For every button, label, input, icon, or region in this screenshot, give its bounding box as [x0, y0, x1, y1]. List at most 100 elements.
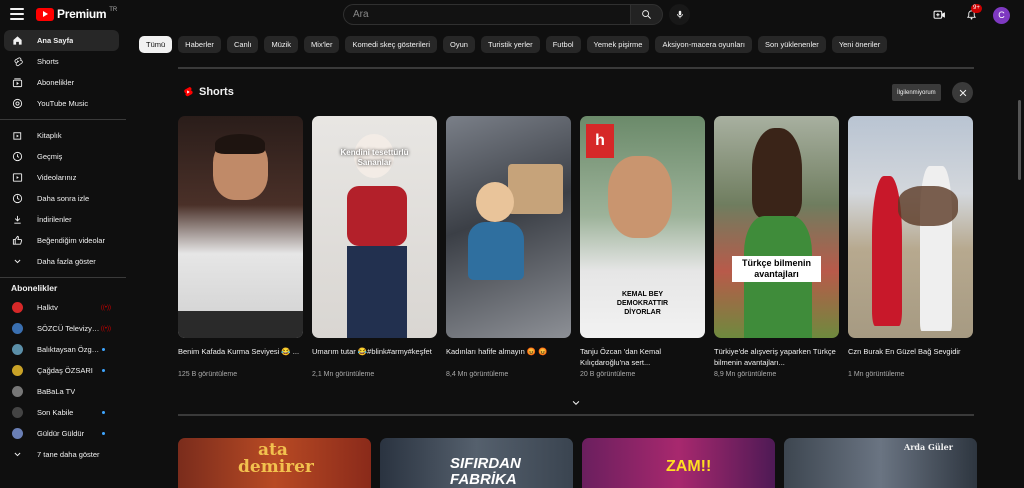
subscription-item[interactable]: Son Kabile [4, 402, 119, 423]
short-thumbnail[interactable]: Türkçe bilmenin avantajları [714, 116, 839, 338]
short-card[interactable]: Benim Kafada Kurma Seviyesi 😂 ... 125 B … [178, 116, 303, 378]
new-content-dot [102, 432, 105, 435]
chip-comedy[interactable]: Komedi skeç gösterileri [345, 36, 438, 53]
channel-name: Güldür Güldür [37, 429, 85, 438]
live-icon: ((•)) [100, 325, 111, 332]
sidebar-item-music[interactable]: YouTube Music [4, 93, 119, 114]
live-icon: ((•)) [100, 304, 111, 311]
short-views: 125 B görüntüleme [178, 371, 238, 378]
video-thumbnail[interactable]: ZAM!! [582, 438, 775, 488]
not-interested-button[interactable]: İlgilenmiyorum [892, 84, 941, 101]
sidebar: Ana Sayfa Shorts Abonelikler YouTube Mus… [0, 30, 126, 488]
short-title[interactable]: Tanju Özcan 'dan Kemal Kılıçdaroğlu'na s… [580, 346, 705, 368]
sidebar-item-label: Shorts [37, 57, 59, 66]
sidebar-item-your-videos[interactable]: Videolarınız [4, 167, 119, 188]
close-icon [959, 89, 966, 96]
sidebar-item-downloads[interactable]: İndirilenler [4, 209, 119, 230]
table-shape [178, 311, 303, 338]
sidebar-item-history[interactable]: Geçmiş [4, 146, 119, 167]
subscription-item[interactable]: Balıktaysan Özgürs... [4, 339, 119, 360]
subscription-item[interactable]: SÖZCÜ Televizyo... ((•)) [4, 318, 119, 339]
subscriptions-heading: Abonelikler [11, 283, 58, 293]
short-title[interactable]: Kadınları hafife almayın 😡 😡 [446, 346, 571, 368]
avatar[interactable]: C [993, 6, 1010, 24]
search-button[interactable] [630, 4, 663, 25]
short-card[interactable]: h KEMAL BEY DEMOKRATTIR DİYORLAR Tanju Ö… [580, 116, 705, 378]
sidebar-item-label: Geçmiş [37, 152, 63, 161]
video-grid: ata demirer SIFIRDAN FABRİKA ZAM!! Arda … [178, 438, 977, 488]
youtube-logo[interactable]: Premium TR [36, 7, 117, 21]
video-thumbnail[interactable]: SIFIRDAN FABRİKA [380, 438, 573, 488]
short-card[interactable]: Kendini tesettürlü Sananlar Umarım tutar… [312, 116, 437, 378]
sidebar-item-home[interactable]: Ana Sayfa [4, 30, 119, 51]
chip-news[interactable]: Haberler [178, 36, 221, 53]
chip-football[interactable]: Futbol [545, 36, 581, 53]
channel-avatar [12, 344, 23, 355]
short-title[interactable]: Czn Burak En Güzel Bağ Sevgidir [848, 346, 973, 368]
shorts-header: Shorts [183, 86, 234, 98]
dress-shape [468, 222, 524, 280]
close-shorts-button[interactable] [952, 82, 973, 103]
new-content-dot [102, 369, 105, 372]
video-thumbnail[interactable]: Arda Güler [784, 438, 977, 488]
short-thumbnail[interactable] [848, 116, 973, 338]
subscription-item[interactable]: BaBaLa TV [4, 381, 119, 402]
chip-music[interactable]: Müzik [264, 36, 299, 53]
create-button[interactable] [929, 5, 949, 25]
short-views: 20 B görüntüleme [580, 371, 636, 378]
chip-tourist[interactable]: Turistik yerler [480, 36, 540, 53]
channel-name: Halktv [37, 303, 58, 312]
sidebar-item-shorts[interactable]: Shorts [4, 51, 119, 72]
short-card[interactable]: Türkçe bilmenin avantajları Türkiye'de a… [714, 116, 839, 378]
sidebar-item-more-subscriptions[interactable]: 7 tane daha göster [4, 444, 119, 465]
notifications-button[interactable]: 9+ [961, 4, 982, 25]
chip-all[interactable]: Tümü [139, 36, 173, 53]
search-bar [343, 4, 663, 25]
voice-search-button[interactable] [669, 4, 690, 25]
sidebar-item-liked-videos[interactable]: Beğendiğim videolar [4, 230, 119, 251]
logo-country: TR [109, 7, 118, 13]
chip-action-games[interactable]: Aksiyon-macera oyunları [655, 36, 753, 53]
sidebar-item-label: Beğendiğim videolar [37, 236, 105, 245]
chip-cooking[interactable]: Yemek pişirme [586, 36, 650, 53]
subscriptions-icon [12, 77, 23, 88]
shorts-logo-icon [184, 87, 193, 97]
subscription-item[interactable]: Çağdaş ÖZSARI [4, 360, 119, 381]
sidebar-item-watch-later[interactable]: Daha sonra izle [4, 188, 119, 209]
video-thumbnail[interactable]: ata demirer [178, 438, 371, 488]
subscription-item[interactable]: Güldür Güldür [4, 423, 119, 444]
short-title[interactable]: Umarım tutar 😂#blink#army#keşfet [312, 346, 437, 368]
show-more-shorts-button[interactable] [570, 397, 582, 409]
sidebar-item-subscriptions[interactable]: Abonelikler [4, 72, 119, 93]
short-card[interactable]: Kadınları hafife almayın 😡 😡 8,4 Mn görü… [446, 116, 571, 378]
short-views: 8,9 Mn görüntüleme [714, 371, 777, 378]
channel-avatar [12, 407, 23, 418]
channel-name: BaBaLa TV [37, 387, 76, 396]
short-title[interactable]: Türkiye'de alışveriş yaparken Türkçe bil… [714, 346, 839, 368]
shirt-shape [347, 186, 407, 246]
menu-icon[interactable] [10, 8, 24, 20]
sidebar-item-show-more[interactable]: Daha fazla göster [4, 251, 119, 272]
short-title[interactable]: Benim Kafada Kurma Seviyesi 😂 ... [178, 346, 303, 368]
short-thumbnail[interactable]: h KEMAL BEY DEMOKRATTIR DİYORLAR [580, 116, 705, 338]
page-scrollbar[interactable] [1018, 100, 1021, 180]
sidebar-item-library[interactable]: Kitaplık [4, 125, 119, 146]
short-thumbnail[interactable] [446, 116, 571, 338]
channel-name: Çağdaş ÖZSARI [37, 366, 93, 375]
chip-new-to-you[interactable]: Yeni öneriler [831, 36, 888, 53]
search-input[interactable] [343, 4, 630, 25]
short-thumbnail[interactable]: Kendini tesettürlü Sananlar [312, 116, 437, 338]
thumbnail-caption: Türkçe bilmenin avantajları [732, 256, 821, 282]
thumbnail-text: ata demirer [238, 440, 314, 477]
subscription-item[interactable]: Halktv ((•)) [4, 297, 119, 318]
chip-gaming[interactable]: Oyun [443, 36, 475, 53]
pants-shape [347, 246, 407, 338]
chip-recently-uploaded[interactable]: Son yüklenenler [758, 36, 826, 53]
chip-mixes[interactable]: Mix'ler [304, 36, 340, 53]
short-card[interactable]: Czn Burak En Güzel Bağ Sevgidir 1 Mn gör… [848, 116, 973, 378]
person-figure [476, 182, 514, 222]
channel-avatar [12, 323, 23, 334]
new-content-dot [102, 411, 105, 414]
short-thumbnail[interactable] [178, 116, 303, 338]
chip-live[interactable]: Canlı [226, 36, 259, 53]
